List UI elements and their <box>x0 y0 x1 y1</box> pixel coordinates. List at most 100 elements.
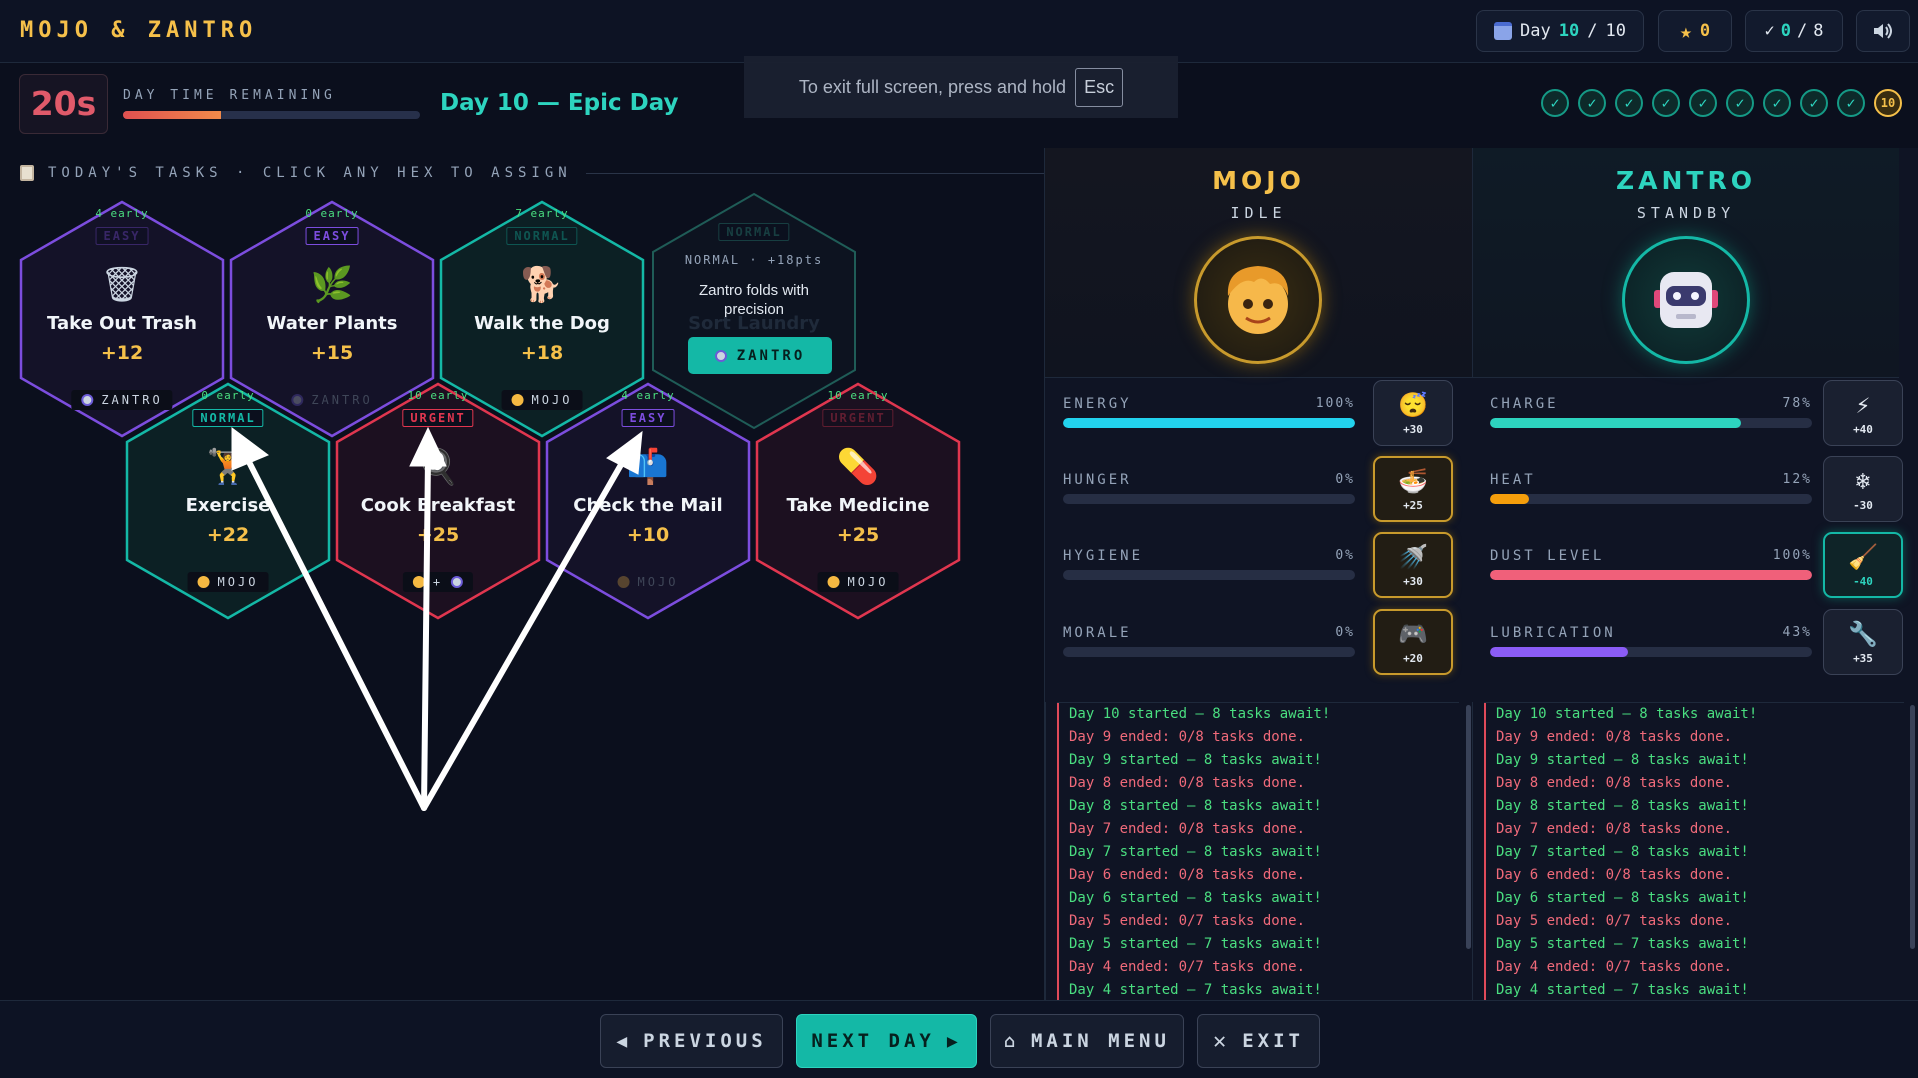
zantro-lubrication-action-button[interactable]: 🔧 +35 <box>1823 609 1903 675</box>
action-amount: -30 <box>1853 498 1873 512</box>
tooltip-meta: NORMAL · +18pts <box>684 253 824 267</box>
robot-icon <box>714 349 727 362</box>
stat-value: 43% <box>1782 625 1812 640</box>
dog-icon: 🐕 <box>520 265 564 305</box>
assign-zantro-button[interactable]: ZANTRO <box>688 337 832 374</box>
mojo-face-icon <box>1227 266 1289 334</box>
robot-icon <box>81 394 94 406</box>
day-dot-completed: ✓ <box>1652 89 1680 117</box>
previous-button[interactable]: ◀ PREVIOUS <box>600 1014 783 1068</box>
day-dot-completed: ✓ <box>1615 89 1643 117</box>
tasks-header: TODAY'S TASKS · CLICK ANY HEX TO ASSIGN <box>20 165 1076 181</box>
zantro-avatar <box>1622 236 1750 364</box>
stat-value: 100% <box>1315 396 1355 411</box>
stat-label: CHARGE <box>1490 396 1559 412</box>
timer-label: DAY TIME REMAINING <box>123 88 336 103</box>
log-entry: Day 5 ended: 0/7 tasks done. <box>1484 910 1904 933</box>
mojo-activity-log: Day 10 started — 8 tasks await! Day 9 end… <box>1057 702 1459 1000</box>
shower-icon: 🚿 <box>1398 542 1428 571</box>
difficulty-badge: URGENT <box>402 409 474 427</box>
robot-face-icon <box>1654 272 1718 328</box>
zantro-state: STANDBY <box>1636 204 1736 222</box>
task-points: +12 <box>100 342 144 364</box>
app-title: MOJO & ZANTRO <box>20 18 258 43</box>
triangle-right-icon: ▶ <box>946 1030 962 1052</box>
esc-key: Esc <box>1075 67 1124 107</box>
mojo-name: MOJO <box>1212 166 1305 195</box>
stat-bar <box>1063 418 1355 428</box>
stat-label: LUBRICATION <box>1490 625 1616 641</box>
log-entry: Day 6 started — 8 tasks await! <box>1057 887 1459 910</box>
mojo-log-scrollbar[interactable] <box>1466 705 1471 949</box>
day-dot-completed: ✓ <box>1578 89 1606 117</box>
task-points: +22 <box>206 524 250 546</box>
wrench-icon: 🔧 <box>1848 619 1878 648</box>
mojo-card: MOJO IDLE <box>1045 148 1472 378</box>
day-total: 10 <box>1605 21 1626 41</box>
close-icon: ✕ <box>1212 1028 1231 1054</box>
action-amount: +30 <box>1403 574 1423 588</box>
mojo-morale-action-button[interactable]: 🎮 +20 <box>1373 609 1453 675</box>
day-counter: Day 10 / 10 <box>1476 10 1644 52</box>
zantro-card: ZANTRO STANDBY <box>1472 148 1899 378</box>
divider <box>585 172 1076 174</box>
action-amount: +35 <box>1853 651 1873 665</box>
log-entry: Day 8 ended: 0/8 tasks done. <box>1057 772 1459 795</box>
tasks-header-text: TODAY'S TASKS · CLICK ANY HEX TO ASSIGN <box>48 165 572 181</box>
mojo-face-icon <box>617 576 630 588</box>
stat-bar-fill <box>1490 570 1812 580</box>
stat-value: 100% <box>1772 548 1812 563</box>
day-label: Day <box>1520 21 1551 41</box>
timer-display: 20s <box>19 74 108 134</box>
robot-icon <box>451 576 464 588</box>
log-entry: Day 6 started — 8 tasks await! <box>1484 887 1904 910</box>
star-icon: ★ <box>1679 19 1692 43</box>
action-amount: +40 <box>1853 422 1873 436</box>
stat-value: 78% <box>1782 396 1812 411</box>
difficulty-badge: NORMAL <box>506 227 578 245</box>
task-name: Take Medicine <box>786 495 930 516</box>
assignee-name: MOJO <box>847 575 889 589</box>
mojo-energy-action-button[interactable]: 😴 +30 <box>1373 380 1453 446</box>
action-amount: +20 <box>1403 651 1423 665</box>
weightlifter-icon: 🏋 <box>206 447 250 487</box>
mojo-hunger-action-button[interactable]: 🍜 +25 <box>1373 456 1453 522</box>
zantro-dust-level-action-button[interactable]: 🧹 -40 <box>1823 532 1903 598</box>
day-dot-completed: ✓ <box>1763 89 1791 117</box>
speaker-icon <box>1874 23 1892 39</box>
log-entry: Day 6 ended: 0/8 tasks done. <box>1484 864 1904 887</box>
zantro-heat-action-button[interactable]: ❄ -30 <box>1823 456 1903 522</box>
sound-toggle-button[interactable] <box>1856 10 1910 52</box>
main-menu-button[interactable]: ⌂ MAIN MENU <box>990 1014 1184 1068</box>
task-hex-exercise[interactable]: 0 early NORMAL 🏋 Exercise +22 MOJO <box>124 381 332 621</box>
log-entry: Day 9 ended: 0/8 tasks done. <box>1057 726 1459 749</box>
mojo-face-icon <box>197 576 210 588</box>
task-hex-sort-laundry[interactable]: NORMAL Sort Laundry NORMAL · +18pts Zant… <box>650 191 858 431</box>
stat-bar <box>1063 647 1355 657</box>
mojo-hygiene-action-button[interactable]: 🚿 +30 <box>1373 532 1453 598</box>
log-entry: Day 5 started — 7 tasks await! <box>1484 933 1904 956</box>
difficulty-badge: NORMAL <box>192 409 264 427</box>
home-icon: ⌂ <box>1004 1030 1019 1052</box>
task-name: Check the Mail <box>573 495 723 516</box>
task-hex-cook-breakfast[interactable]: 10 early URGENT 🍳 Cook Breakfast +25 + <box>334 381 542 621</box>
task-points: +15 <box>310 342 354 364</box>
log-entry: Day 4 started — 7 tasks await! <box>1057 979 1459 1000</box>
calendar-icon <box>1494 22 1513 40</box>
zantro-stat-dust-level: DUST LEVEL 100% <box>1490 536 1812 596</box>
early-indicator: 0 early <box>305 207 359 220</box>
mojo-state: IDLE <box>1230 204 1287 222</box>
zantro-log-scrollbar[interactable] <box>1910 705 1915 949</box>
day-progress-dots: ✓ ✓ ✓ ✓ ✓ ✓ ✓ ✓ ✓ 10 <box>1541 89 1902 117</box>
log-divider <box>1472 702 1473 1000</box>
log-entry: Day 9 ended: 0/8 tasks done. <box>1484 726 1904 749</box>
assignee-badge: MOJO <box>817 572 899 592</box>
log-entry: Day 8 ended: 0/8 tasks done. <box>1484 772 1904 795</box>
action-amount: +30 <box>1403 422 1423 436</box>
star-count: 0 <box>1699 21 1711 41</box>
log-entry: Day 5 started — 7 tasks await! <box>1057 933 1459 956</box>
next-day-button[interactable]: NEXT DAY ▶ <box>796 1014 977 1068</box>
exit-button[interactable]: ✕ EXIT <box>1197 1014 1320 1068</box>
day-separator: / <box>1587 21 1598 41</box>
zantro-charge-action-button[interactable]: ⚡ +40 <box>1823 380 1903 446</box>
